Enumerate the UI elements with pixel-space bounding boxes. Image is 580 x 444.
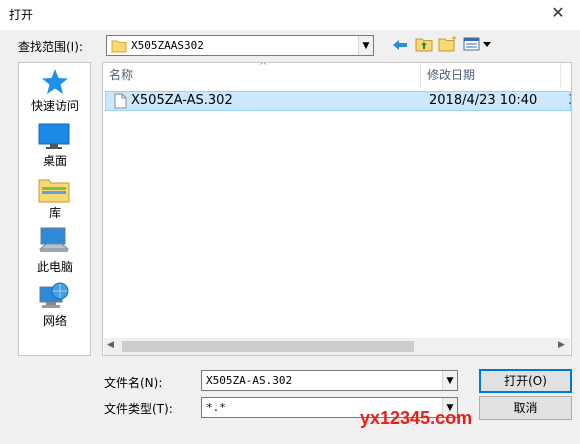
view-menu-icon[interactable]	[463, 37, 493, 51]
places-sidebar: 快速访问 桌面 库 此电脑 网络	[18, 62, 91, 356]
scrollbar-thumb[interactable]	[122, 341, 414, 352]
scroll-left-icon[interactable]: ◀	[107, 340, 114, 350]
file-row[interactable]: X505ZA-AS.302 2018/4/23 10:40 3	[105, 91, 571, 111]
look-in-value: X505ZAAS302	[131, 39, 204, 52]
place-network[interactable]: 网络	[19, 279, 91, 329]
new-folder-icon[interactable]	[438, 34, 458, 52]
watermark: yx12345.com	[360, 408, 473, 428]
scroll-right-icon[interactable]: ▶	[558, 340, 565, 350]
open-button[interactable]: 打开(O)	[479, 369, 572, 393]
file-type-value: *.*	[206, 401, 226, 414]
place-library[interactable]: 库	[19, 173, 91, 223]
library-icon	[38, 179, 70, 203]
horizontal-scrollbar[interactable]: ◀ ▶	[104, 338, 570, 355]
look-in-combobox[interactable]: X505ZAAS302 ▼	[106, 35, 374, 56]
column-name-label: 名称	[109, 68, 134, 82]
place-label: 此电脑	[36, 260, 73, 274]
file-date: 2018/4/23 10:40	[429, 93, 538, 108]
file-name-label: 文件名(N):	[104, 376, 163, 390]
cancel-button[interactable]: 取消	[479, 396, 572, 420]
close-icon[interactable]: ✕	[547, 2, 569, 24]
chevron-down-icon[interactable]: ▼	[442, 371, 457, 390]
column-header-name[interactable]: 名称 ^	[103, 63, 421, 87]
file-name-input[interactable]: X505ZA-AS.302	[206, 374, 292, 387]
up-folder-icon[interactable]	[415, 36, 433, 52]
place-label: 桌面	[42, 154, 67, 168]
place-this-pc[interactable]: 此电脑	[19, 225, 91, 275]
place-label: 库	[48, 206, 61, 220]
file-extra: 3	[568, 93, 571, 108]
file-type-label: 文件类型(T):	[104, 402, 173, 416]
look-in-label: 查找范围(I):	[18, 40, 83, 54]
place-quick-access[interactable]: 快速访问	[19, 66, 91, 116]
computer-icon	[38, 227, 70, 252]
chevron-down-icon[interactable]: ▼	[358, 36, 373, 55]
network-icon	[39, 282, 69, 308]
file-list[interactable]: 名称 ^ 修改日期 X505ZA-AS.302 2018/4/23 10:40 …	[102, 62, 572, 356]
title-bar: 打开 ✕	[0, 0, 580, 30]
back-arrow-icon[interactable]	[392, 38, 408, 52]
file-name: X505ZA-AS.302	[131, 93, 233, 108]
window-title: 打开	[9, 8, 34, 22]
file-icon	[114, 93, 127, 109]
place-label: 网络	[42, 314, 67, 328]
desktop-icon	[38, 123, 70, 149]
place-label: 快速访问	[30, 99, 79, 113]
place-desktop[interactable]: 桌面	[19, 121, 91, 171]
sort-ascending-icon: ^	[259, 62, 268, 72]
column-date-label: 修改日期	[427, 68, 476, 82]
column-header-date[interactable]: 修改日期	[421, 63, 561, 87]
file-name-combobox[interactable]: X505ZA-AS.302 ▼	[201, 370, 458, 391]
folder-icon	[111, 40, 127, 53]
star-icon	[42, 69, 68, 94]
column-header-extra[interactable]	[561, 63, 571, 87]
